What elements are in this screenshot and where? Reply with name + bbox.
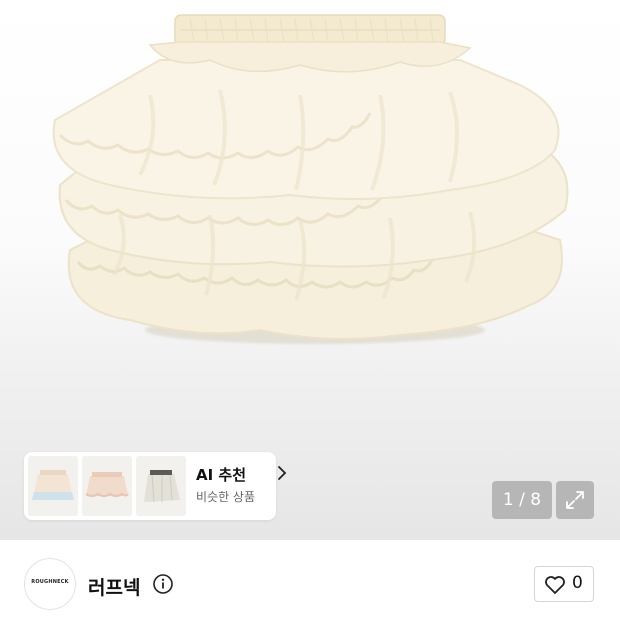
- product-gallery[interactable]: AI 추천 비슷한 상품 1 / 8: [0, 0, 620, 540]
- ai-recommend-subtitle: 비슷한 상품: [196, 490, 256, 504]
- shop-bar: ROUGHNECK 러프넥 0: [0, 540, 620, 620]
- ai-recommend-card[interactable]: AI 추천 비슷한 상품: [24, 452, 287, 520]
- shop-logo-text: ROUGHNECK: [31, 579, 69, 585]
- shop-name[interactable]: 러프넥: [88, 573, 140, 600]
- tiered-skirt-thumbnail[interactable]: [28, 456, 78, 516]
- pink-skirt-thumbnail[interactable]: [82, 456, 132, 516]
- like-count: 0: [572, 573, 583, 593]
- expand-icon: [566, 491, 584, 509]
- product-image[interactable]: [0, 0, 620, 420]
- like-button[interactable]: 0: [534, 566, 594, 602]
- expand-button[interactable]: [556, 481, 594, 519]
- shop-logo[interactable]: ROUGHNECK: [24, 558, 76, 610]
- info-icon[interactable]: [152, 573, 174, 595]
- ai-recommend-title: AI 추천: [196, 466, 247, 484]
- sheer-skirt-thumbnail[interactable]: [136, 456, 186, 516]
- image-counter: 1 / 8: [492, 481, 552, 519]
- chevron-right-icon: [278, 466, 287, 480]
- heart-icon: [545, 576, 565, 594]
